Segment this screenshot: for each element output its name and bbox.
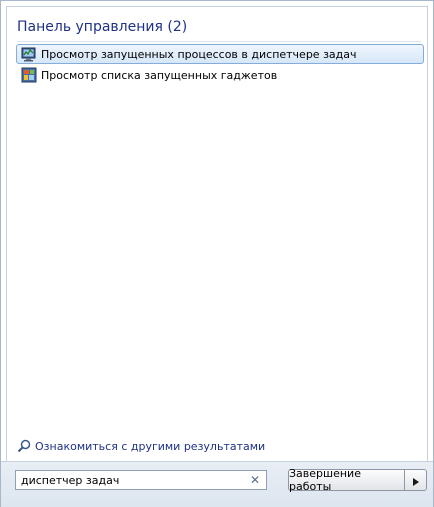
see-more-results-label: Ознакомиться с другими результатами [35,439,266,453]
shutdown-options-button[interactable] [405,469,427,491]
result-item-gadgets[interactable]: Просмотр списка запущенных гаджетов [16,65,424,85]
shutdown-button[interactable]: Завершение работы [288,467,405,493]
section-header-control-panel[interactable]: Панель управления (2) [17,19,187,35]
search-results-panel: Панель управления (2) Просмотр запущенны… [6,6,428,463]
search-input[interactable] [16,471,241,489]
result-item-task-manager[interactable]: Просмотр запущенных процессов в диспетче… [16,44,424,64]
section-divider [17,41,421,42]
search-box[interactable]: ✕ [15,470,267,490]
close-icon[interactable]: ✕ [250,473,260,487]
task-manager-icon [21,46,37,62]
magnifier-icon [17,439,31,453]
start-menu-window: Панель управления (2) Просмотр запущенны… [0,0,434,507]
result-item-label: Просмотр запущенных процессов в диспетче… [41,47,357,61]
shutdown-group: Завершение работы [288,467,427,493]
see-more-results-link[interactable]: Ознакомиться с другими результатами [17,439,265,453]
result-item-label: Просмотр списка запущенных гаджетов [41,68,278,82]
triangle-right-icon [412,471,419,490]
gadgets-icon [21,67,37,83]
